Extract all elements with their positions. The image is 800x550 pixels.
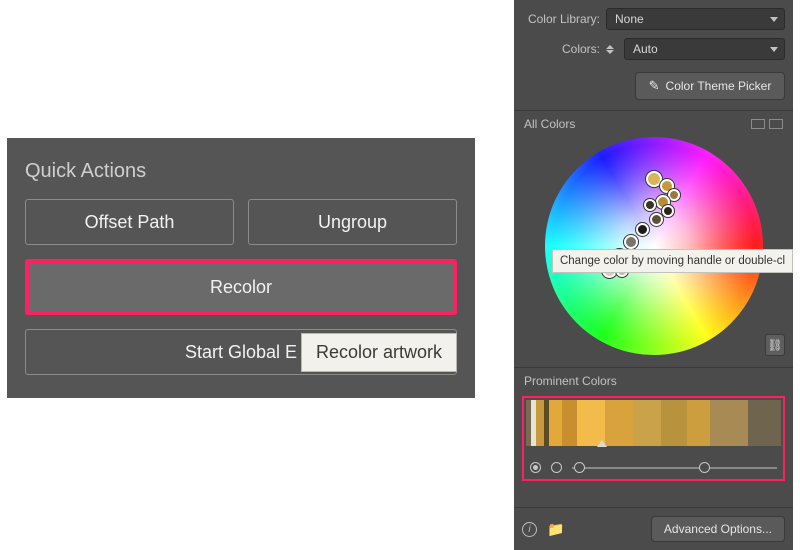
ungroup-button[interactable]: Ungroup (248, 199, 457, 245)
color-wheel-tooltip: Change color by moving handle or double-… (552, 249, 793, 273)
prominent-colors-heading: Prominent Colors (524, 374, 617, 388)
color-library-label: Color Library: (522, 12, 600, 26)
prominent-colors-strip[interactable] (526, 400, 781, 446)
chevron-down-icon (770, 47, 778, 52)
prominent-color-swatch[interactable] (687, 400, 710, 446)
eyedropper-icon: ✎ (649, 78, 660, 94)
prominent-color-swatch[interactable] (710, 400, 748, 446)
prominent-color-swatch[interactable] (562, 400, 577, 446)
list-view-icon[interactable] (769, 119, 783, 129)
prominent-color-swatch[interactable] (549, 400, 562, 446)
sort-option-2[interactable] (551, 462, 562, 473)
prominent-color-swatch[interactable] (748, 400, 781, 446)
recolor-artwork-panel: Color Library: None Colors: Auto ✎ Color… (514, 0, 793, 550)
prominent-color-swatch[interactable] (633, 400, 661, 446)
grid-view-icon[interactable] (751, 119, 765, 129)
color-theme-picker-button[interactable]: ✎ Color Theme Picker (635, 72, 785, 100)
prominent-color-swatch[interactable] (661, 400, 687, 446)
prominent-colors-section (522, 396, 785, 481)
info-icon[interactable]: i (522, 522, 537, 537)
colors-value: Auto (633, 42, 658, 56)
all-colors-heading: All Colors (524, 117, 575, 131)
offset-path-button[interactable]: Offset Path (25, 199, 234, 245)
colors-stepper[interactable] (606, 45, 614, 54)
prominent-color-swatch[interactable] (605, 400, 633, 446)
quick-actions-title: Quick Actions (25, 160, 457, 183)
strip-handle-icon[interactable] (526, 446, 781, 456)
recolor-button[interactable]: Recolor (25, 259, 457, 315)
color-library-value: None (615, 12, 644, 26)
quick-actions-panel: Quick Actions Offset Path Ungroup Recolo… (7, 138, 475, 398)
colors-select[interactable]: Auto (624, 38, 785, 60)
recolor-tooltip: Recolor artwork (301, 333, 457, 372)
prominent-color-swatch[interactable] (536, 400, 544, 446)
chevron-down-icon (770, 17, 778, 22)
colors-label: Colors: (522, 42, 600, 56)
advanced-options-label: Advanced Options... (664, 522, 772, 536)
advanced-options-button[interactable]: Advanced Options... (651, 516, 785, 542)
sort-option-1[interactable] (530, 462, 541, 473)
color-library-select[interactable]: None (606, 8, 785, 30)
prominent-slider[interactable] (572, 467, 777, 469)
folder-icon[interactable]: 📁 (547, 521, 564, 538)
color-theme-picker-label: Color Theme Picker (666, 79, 772, 93)
start-global-label: Start Global E (185, 342, 297, 363)
link-colors-icon[interactable]: ⛓ (765, 334, 785, 356)
start-global-edit-button[interactable]: Start Global E Recolor artwork (25, 329, 457, 375)
